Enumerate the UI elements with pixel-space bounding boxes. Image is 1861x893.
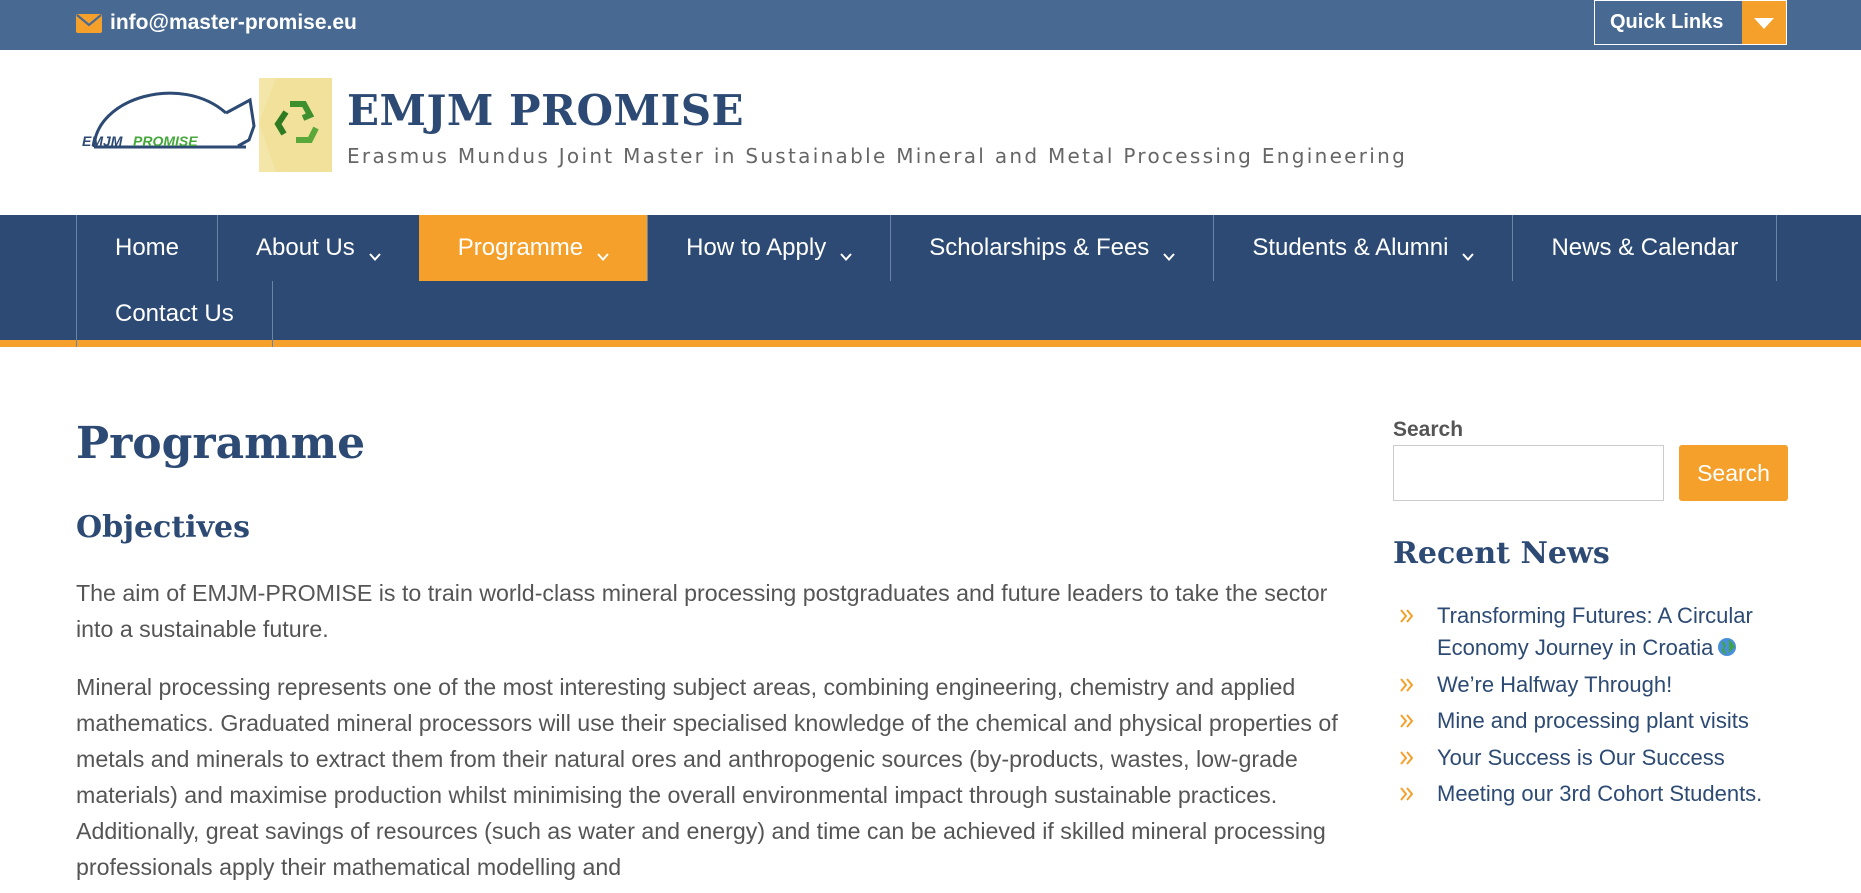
nav-item-programme[interactable]: Programme bbox=[418, 215, 649, 281]
quick-links-dropdown[interactable]: Quick Links bbox=[1594, 0, 1787, 45]
chevron-down-icon bbox=[597, 242, 609, 261]
double-chevron-right-icon bbox=[1399, 705, 1415, 737]
paragraph: The aim of EMJM-PROMISE is to train worl… bbox=[76, 580, 1328, 642]
nav-item-scholarships-fees[interactable]: Scholarships & Fees bbox=[890, 215, 1215, 281]
nav-item-label: Contact Us bbox=[115, 300, 234, 327]
double-chevron-right-icon bbox=[1399, 778, 1415, 810]
double-chevron-right-icon bbox=[1399, 600, 1415, 632]
svg-text:EMJM: EMJM bbox=[82, 133, 123, 149]
main-navigation: Home About Us Programme How to Apply Sch… bbox=[0, 215, 1861, 347]
list-item: Your Success is Our Success bbox=[1393, 742, 1788, 774]
logo-image: EMJM PROMISE bbox=[82, 78, 332, 172]
chevron-down-icon bbox=[1163, 242, 1176, 261]
recent-news-title: Recent News bbox=[1393, 536, 1610, 571]
news-link[interactable]: Your Success is Our Success bbox=[1437, 742, 1725, 774]
site-title[interactable]: EMJM PROMISE bbox=[347, 86, 744, 135]
nav-row: Contact Us bbox=[76, 281, 273, 347]
search-button[interactable]: Search bbox=[1679, 445, 1788, 501]
nav-item-contact-us[interactable]: Contact Us bbox=[76, 281, 273, 347]
news-link[interactable]: We’re Halfway Through! bbox=[1437, 669, 1672, 701]
list-item: Mine and processing plant visits bbox=[1393, 705, 1788, 737]
recent-news-list: Transforming Futures: A Circular Economy… bbox=[1393, 600, 1788, 815]
search-input[interactable] bbox=[1393, 445, 1664, 501]
nav-item-label: Students & Alumni bbox=[1252, 234, 1449, 261]
nav-item-how-to-apply[interactable]: How to Apply bbox=[647, 215, 892, 281]
nav-item-label: Programme bbox=[457, 234, 584, 261]
news-link[interactable]: Meeting our 3rd Cohort Students. bbox=[1437, 778, 1762, 810]
news-link[interactable]: Mine and processing plant visits bbox=[1437, 705, 1749, 737]
nav-item-label: How to Apply bbox=[686, 234, 827, 261]
chevron-down-icon bbox=[840, 242, 852, 261]
search-label: Search bbox=[1393, 418, 1464, 441]
nav-item-news-calendar[interactable]: News & Calendar bbox=[1512, 215, 1778, 281]
site-description: Erasmus Mundus Joint Master in Sustainab… bbox=[347, 144, 1408, 168]
nav-item-label: About Us bbox=[256, 234, 355, 261]
nav-item-home[interactable]: Home bbox=[76, 215, 219, 281]
caret-down-icon bbox=[1754, 17, 1774, 29]
site-logo[interactable]: EMJM PROMISE bbox=[76, 78, 332, 172]
site-header: EMJM PROMISE EMJM PROMISE Erasmus Mundus… bbox=[0, 50, 1861, 215]
list-item: Meeting our 3rd Cohort Students. bbox=[1393, 778, 1788, 810]
nav-item-students-alumni[interactable]: Students & Alumni bbox=[1213, 215, 1514, 281]
double-chevron-right-icon bbox=[1399, 669, 1415, 701]
double-chevron-right-icon bbox=[1399, 742, 1415, 774]
nav-row: Home About Us Programme How to Apply Sch… bbox=[76, 215, 1778, 281]
chevron-down-icon bbox=[1462, 242, 1475, 261]
news-link[interactable]: Transforming Futures: A Circular Economy… bbox=[1437, 600, 1788, 664]
quick-links-label[interactable]: Quick Links bbox=[1595, 1, 1742, 44]
envelope-icon bbox=[76, 13, 102, 33]
globe-icon bbox=[1717, 634, 1737, 656]
email-text[interactable]: info@master-promise.eu bbox=[110, 11, 357, 35]
section-title: Objectives bbox=[76, 510, 250, 545]
nav-item-label: Scholarships & Fees bbox=[929, 234, 1150, 261]
nav-item-label: Home bbox=[115, 234, 180, 261]
svg-text:PROMISE: PROMISE bbox=[133, 133, 198, 149]
news-link-text[interactable]: Transforming Futures: A Circular Economy… bbox=[1437, 603, 1753, 660]
page-title: Programme bbox=[76, 418, 366, 469]
chevron-down-icon bbox=[369, 242, 381, 261]
quick-links-toggle[interactable] bbox=[1742, 1, 1786, 44]
list-item: We’re Halfway Through! bbox=[1393, 669, 1788, 701]
paragraph: Mineral processing represents one of the… bbox=[76, 674, 1338, 880]
nav-item-label: News & Calendar bbox=[1551, 234, 1739, 261]
top-bar: info@master-promise.eu Quick Links bbox=[0, 0, 1861, 50]
email-link[interactable]: info@master-promise.eu bbox=[76, 9, 357, 37]
nav-item-about-us[interactable]: About Us bbox=[217, 215, 420, 281]
list-item: Transforming Futures: A Circular Economy… bbox=[1393, 600, 1788, 664]
